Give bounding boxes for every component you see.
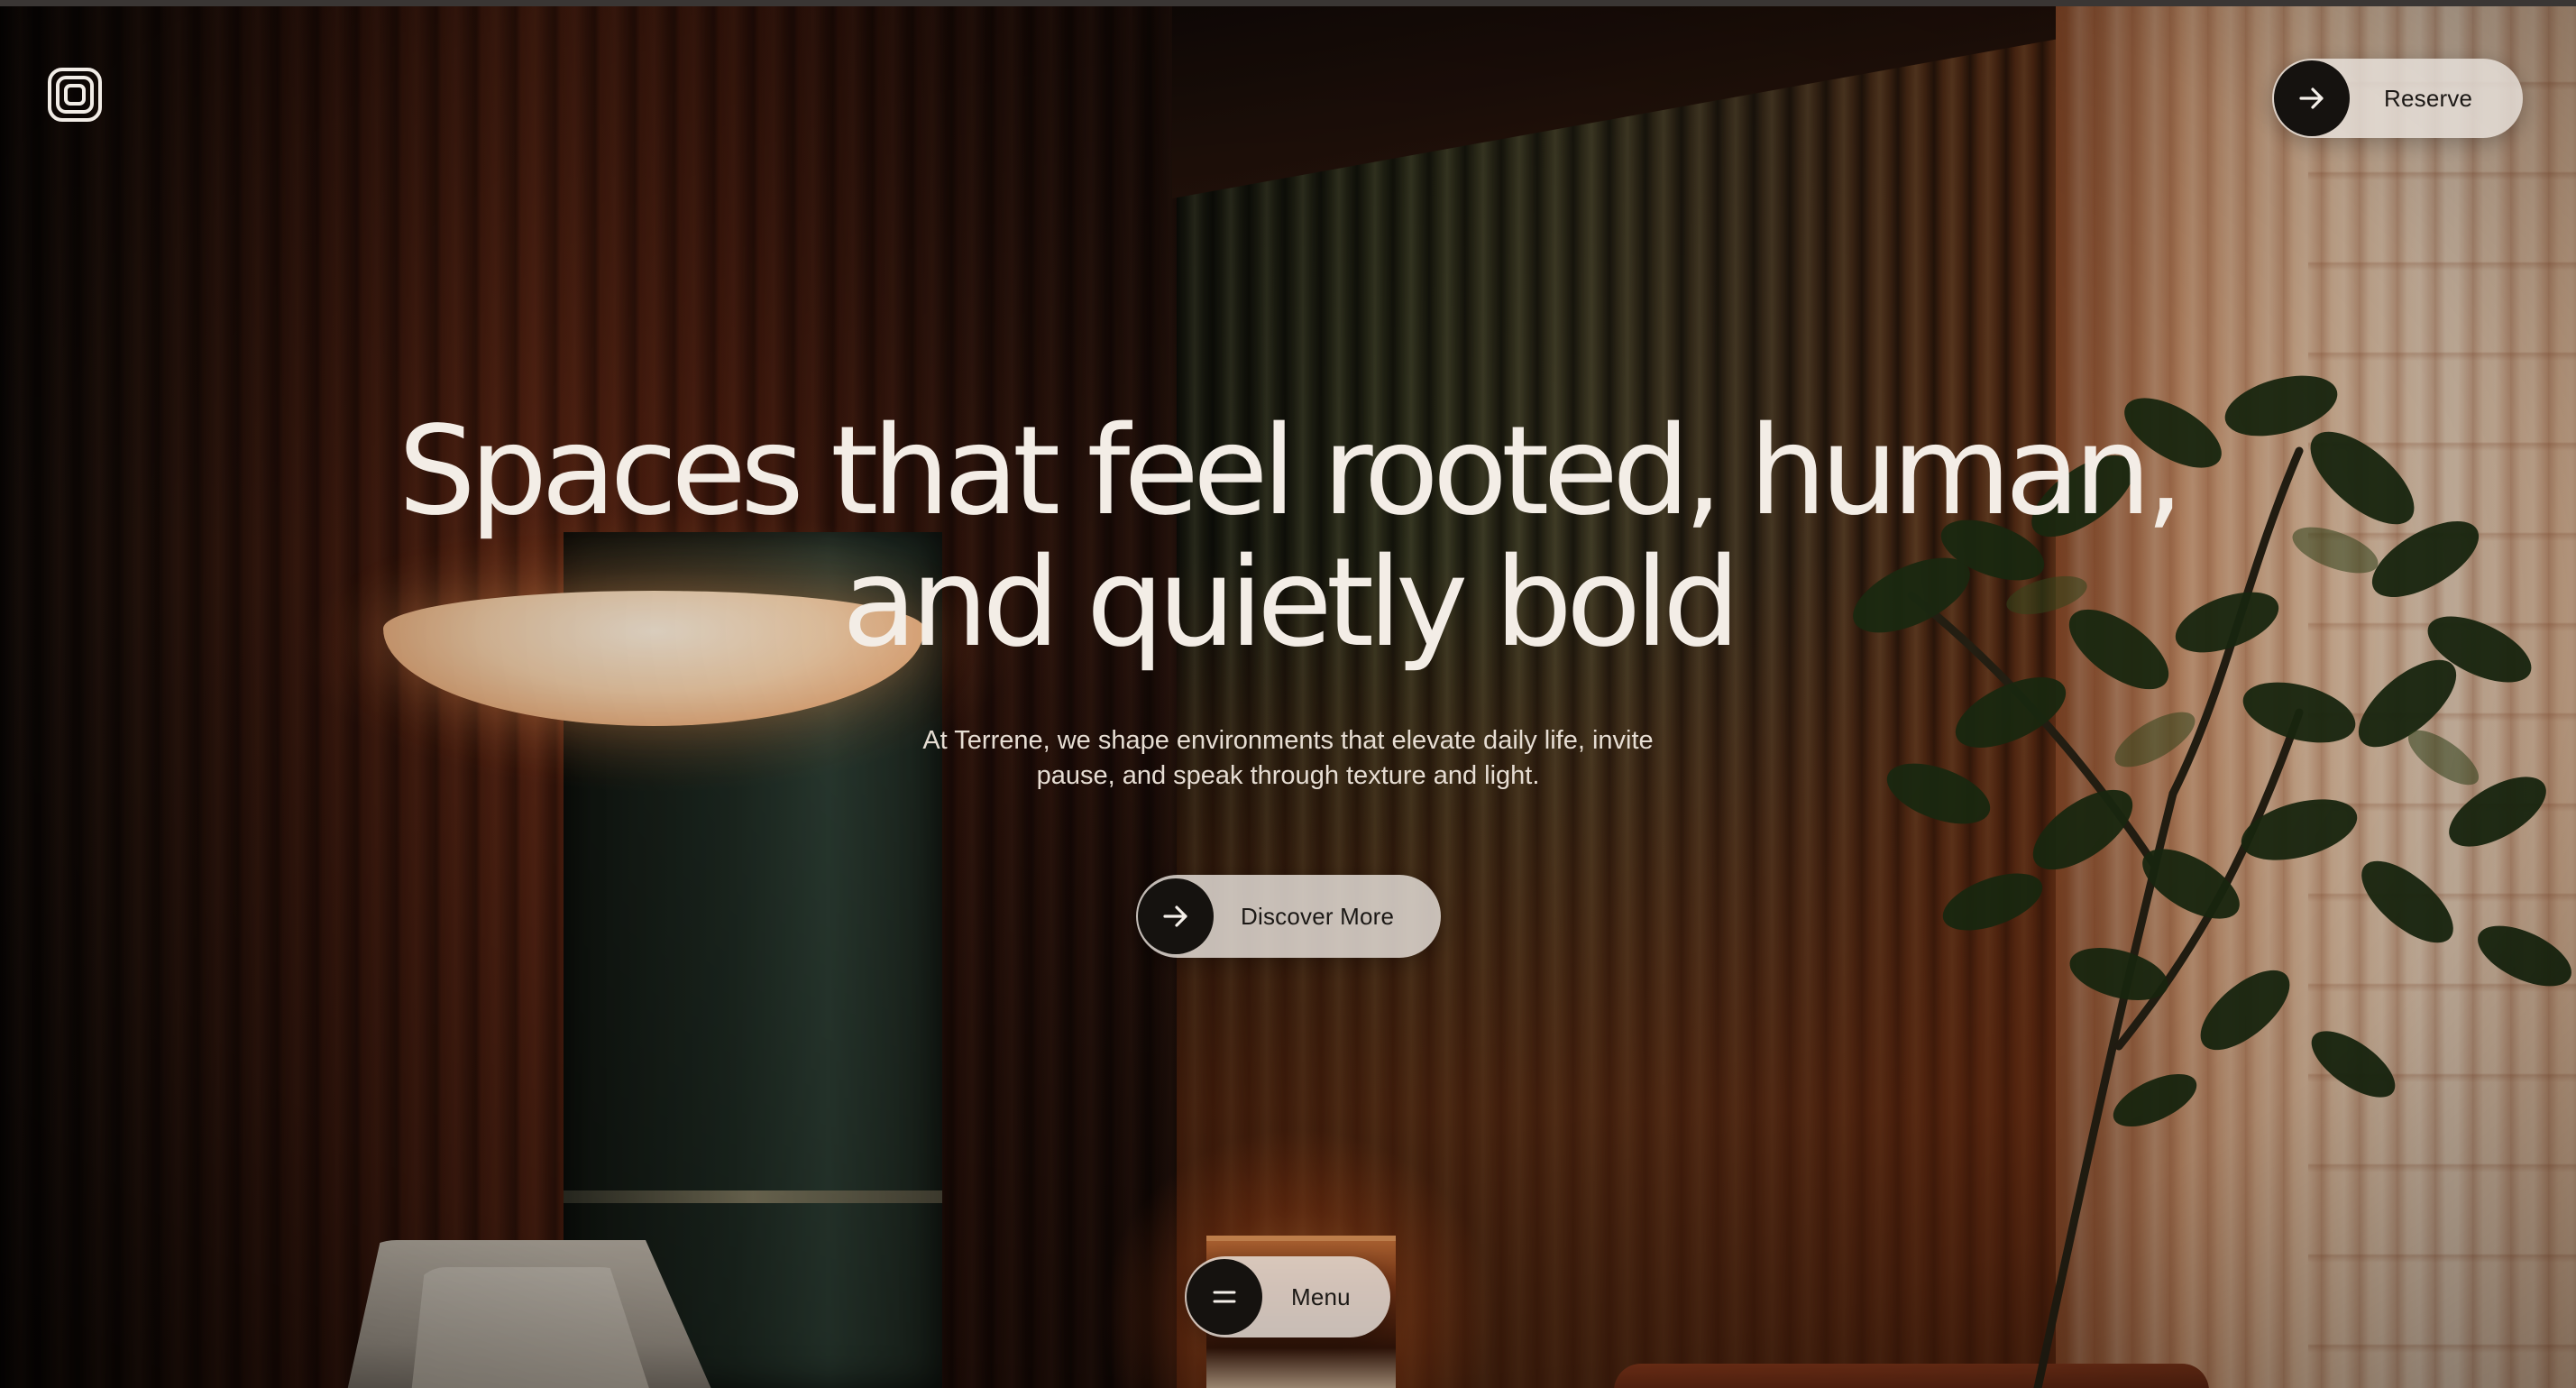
arrow-right-icon bbox=[1138, 878, 1214, 954]
headline-line-2: and quietly bold bbox=[841, 532, 1741, 675]
discover-more-label: Discover More bbox=[1241, 902, 1395, 930]
reserve-label: Reserve bbox=[2384, 84, 2473, 112]
reserve-button[interactable]: Reserve bbox=[2272, 59, 2523, 138]
hero-headline: Spaces that feel rooted, human, and quie… bbox=[270, 406, 2306, 669]
landing-page: Reserve Spaces that feel rooted, human, … bbox=[0, 0, 2576, 1388]
description-line-1: At Terrene, we shape environments that e… bbox=[922, 726, 1654, 755]
browser-top-edge bbox=[0, 0, 2576, 6]
discover-more-button[interactable]: Discover More bbox=[1136, 875, 1441, 958]
menu-button[interactable]: Menu bbox=[1185, 1256, 1390, 1337]
concentric-square-logo-icon bbox=[48, 68, 102, 122]
description-line-2: pause, and speak through texture and lig… bbox=[1036, 761, 1540, 790]
menu-icon bbox=[1187, 1259, 1262, 1335]
headline-line-1: Spaces that feel rooted, human, bbox=[398, 400, 2185, 543]
hero-description: At Terrene, we shape environments that e… bbox=[883, 723, 1694, 794]
brand-logo[interactable] bbox=[47, 67, 103, 123]
menu-label: Menu bbox=[1291, 1282, 1351, 1310]
arrow-right-icon bbox=[2274, 60, 2350, 136]
hero-section: Spaces that feel rooted, human, and quie… bbox=[270, 406, 2306, 794]
